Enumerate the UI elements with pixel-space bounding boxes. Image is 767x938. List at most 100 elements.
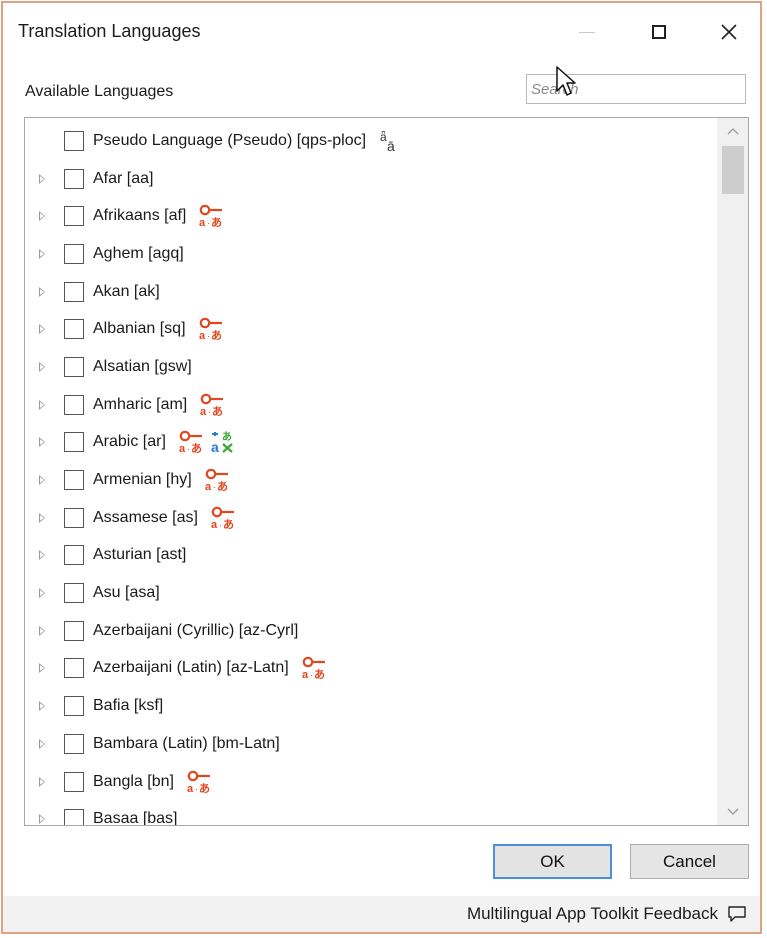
language-name: Amharic [am] (93, 395, 188, 413)
language-icons: ǟā (378, 129, 404, 154)
cancel-button[interactable]: Cancel (630, 844, 749, 879)
expand-arrow-icon[interactable] (39, 814, 45, 825)
language-label: Bambara (Latin) [bm-Latn] (93, 735, 280, 753)
language-label: Bangla [bn] a · あ (93, 770, 212, 795)
language-icons: a · あ (301, 656, 327, 681)
language-checkbox[interactable] (64, 281, 84, 302)
svg-text:あ: あ (212, 405, 223, 417)
expand-arrow-icon[interactable] (39, 512, 45, 523)
language-label: Albanian [sq] a · あ (93, 317, 224, 342)
language-checkbox[interactable] (64, 470, 84, 491)
language-row[interactable]: Arabic [ar] a · ああ a (25, 424, 719, 462)
minimize-icon (579, 31, 595, 33)
language-checkbox[interactable] (64, 696, 84, 717)
expand-arrow-icon[interactable] (39, 211, 45, 222)
language-row[interactable]: Alsatian [gsw] (25, 348, 719, 386)
language-checkbox[interactable] (64, 168, 84, 189)
expand-arrow-icon[interactable] (39, 663, 45, 674)
language-checkbox[interactable] (64, 432, 84, 453)
language-row[interactable]: Azerbaijani (Cyrillic) [az-Cyrl] (25, 612, 719, 650)
minimize-button[interactable] (555, 9, 619, 55)
expand-arrow-icon[interactable] (39, 286, 45, 297)
svg-text:あ: あ (199, 782, 210, 794)
scroll-down-button[interactable] (718, 799, 748, 825)
language-row[interactable]: Bangla [bn] a · あ (25, 763, 719, 801)
svg-text:あ: あ (314, 668, 325, 680)
machine-translation-icon: a · あ (186, 770, 212, 795)
expand-arrow-icon[interactable] (39, 776, 45, 787)
language-list[interactable]: Pseudo Language (Pseudo) [qps-ploc] ǟ ā Afa… (24, 117, 749, 826)
language-checkbox[interactable] (64, 356, 84, 377)
language-checkbox[interactable] (64, 206, 84, 227)
footer-bar: Multilingual App Toolkit Feedback (3, 896, 760, 932)
expand-arrow-icon[interactable] (39, 324, 45, 335)
language-icons: a · あ (198, 204, 224, 229)
expand-arrow-icon[interactable] (39, 437, 45, 448)
feedback-link[interactable]: Multilingual App Toolkit Feedback (467, 896, 748, 932)
language-row[interactable]: Pseudo Language (Pseudo) [qps-ploc] ǟ ā (25, 122, 719, 160)
available-languages-label: Available Languages (25, 83, 174, 100)
expand-arrow-icon[interactable] (39, 550, 45, 561)
language-row[interactable]: Armenian [hy] a · あ (25, 461, 719, 499)
language-checkbox[interactable] (64, 243, 84, 264)
language-row[interactable]: Bafia [ksf] (25, 687, 719, 725)
language-row[interactable]: Afar [aa] (25, 160, 719, 198)
language-checkbox[interactable] (64, 319, 84, 340)
language-checkbox[interactable] (64, 130, 84, 151)
language-checkbox[interactable] (64, 545, 84, 566)
svg-text:あ: あ (223, 518, 234, 530)
ok-button[interactable]: OK (493, 844, 612, 879)
language-row[interactable]: Akan [ak] (25, 273, 719, 311)
expand-arrow-icon[interactable] (39, 248, 45, 259)
scroll-up-button[interactable] (718, 118, 748, 144)
expand-arrow-icon[interactable] (39, 475, 45, 486)
expand-arrow-icon[interactable] (39, 361, 45, 372)
language-checkbox[interactable] (64, 771, 84, 792)
language-row[interactable]: Aghem [agq] (25, 235, 719, 273)
scrollbar-thumb[interactable] (722, 146, 744, 194)
svg-text:·: · (187, 444, 190, 454)
language-checkbox[interactable] (64, 394, 84, 415)
language-checkbox[interactable] (64, 809, 84, 825)
language-name: Azerbaijani (Latin) [az-Latn] (93, 659, 289, 677)
expand-arrow-icon[interactable] (39, 738, 45, 749)
translation-languages-dialog: Translation Languages Available Language… (1, 1, 762, 934)
maximize-button[interactable] (627, 9, 691, 55)
dialog-title: Translation Languages (18, 21, 201, 41)
language-row[interactable]: Albanian [sq] a · あ (25, 310, 719, 348)
expand-arrow-icon[interactable] (39, 399, 45, 410)
expand-arrow-icon[interactable] (39, 173, 45, 184)
language-row[interactable]: Basaa [bas] (25, 800, 719, 825)
language-row[interactable]: Azerbaijani (Latin) [az-Latn] a · あ (25, 650, 719, 688)
language-row[interactable]: Bambara (Latin) [bm-Latn] (25, 725, 719, 763)
machine-translation-icon: a · あ (301, 656, 327, 681)
svg-text:·: · (208, 407, 211, 417)
language-checkbox[interactable] (64, 658, 84, 679)
language-row[interactable]: Amharic [am] a · あ (25, 386, 719, 424)
language-checkbox[interactable] (64, 620, 84, 641)
language-label: Bafia [ksf] (93, 697, 163, 715)
language-row[interactable]: Afrikaans [af] a · あ (25, 197, 719, 235)
language-row[interactable]: Asu [asa] (25, 574, 719, 612)
close-button[interactable] (697, 9, 761, 55)
language-checkbox[interactable] (64, 583, 84, 604)
title-bar[interactable]: Translation Languages (3, 3, 760, 61)
machine-translation-icon: a · あ (210, 506, 236, 531)
language-name: Pseudo Language (Pseudo) [qps-ploc] (93, 131, 367, 149)
language-checkbox[interactable] (64, 507, 84, 528)
expand-arrow-icon[interactable] (39, 588, 45, 599)
language-row[interactable]: Assamese [as] a · あ (25, 499, 719, 537)
svg-text:a: a (200, 406, 207, 417)
vertical-scrollbar[interactable] (717, 118, 748, 825)
language-row[interactable]: Asturian [ast] (25, 537, 719, 575)
language-label: Asturian [ast] (93, 546, 186, 564)
expand-arrow-icon[interactable] (39, 701, 45, 712)
language-checkbox[interactable] (64, 733, 84, 754)
svg-text:あ: あ (222, 430, 232, 443)
language-name: Aghem [agq] (93, 244, 184, 262)
language-name: Akan [ak] (93, 282, 160, 300)
expand-arrow-icon[interactable] (39, 625, 45, 636)
language-label: Afrikaans [af] a · あ (93, 204, 224, 229)
language-icons: a · あ (204, 468, 230, 493)
svg-text:a: a (187, 783, 194, 794)
